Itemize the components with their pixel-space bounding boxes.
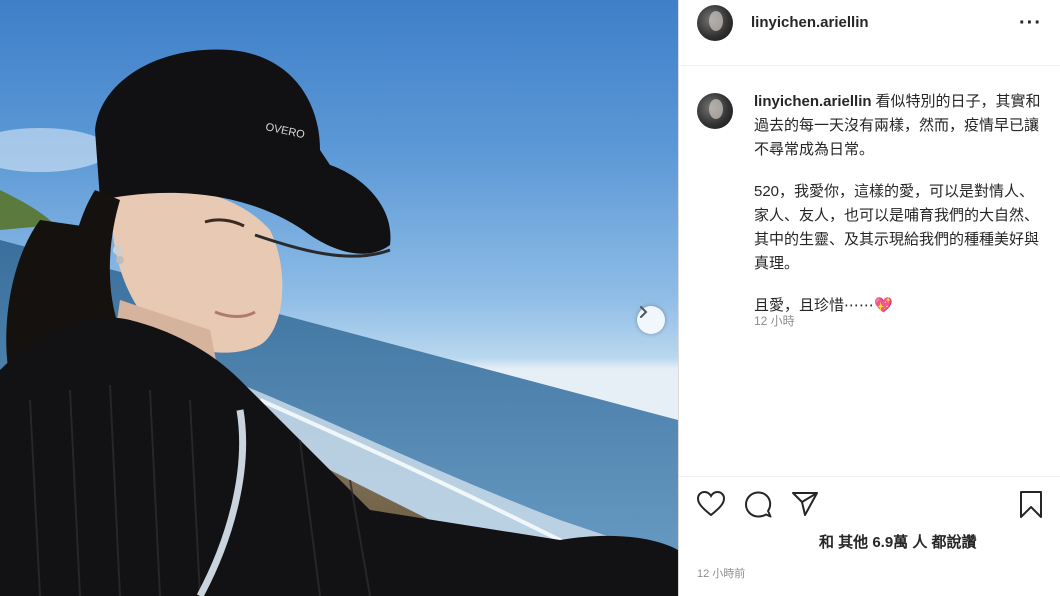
- heart-icon[interactable]: [697, 491, 725, 517]
- photo-illustration: OVERO: [0, 49, 678, 596]
- next-photo-button[interactable]: [637, 306, 665, 334]
- share-icon[interactable]: [791, 491, 819, 517]
- likes-count[interactable]: 和 其他 6.9萬 人 都說讚: [819, 531, 977, 552]
- caption-section: linyichen.ariellin 看似特別的日子，其實和過去的每一天沒有兩樣，…: [679, 66, 1060, 470]
- avatar[interactable]: [697, 5, 733, 41]
- caption-timestamp: 12 小時: [754, 314, 795, 328]
- more-options-icon[interactable]: ···: [1019, 13, 1042, 33]
- caption-text: linyichen.ariellin 看似特別的日子，其實和過去的每一天沒有兩樣，…: [754, 90, 1044, 336]
- caption-username[interactable]: linyichen.ariellin: [754, 93, 872, 110]
- chevron-right-icon: [640, 306, 648, 318]
- post-header: linyichen.ariellin ···: [679, 0, 1060, 66]
- action-bar: [679, 476, 1060, 532]
- caption-paragraph-2: 520，我愛你，這樣的愛，可以是對情人、家人、友人，也可以是哺育我們的大自然、其…: [754, 183, 1040, 272]
- bookmark-icon[interactable]: [1019, 491, 1043, 519]
- post-side-panel: linyichen.ariellin ··· linyichen.arielli…: [678, 0, 1060, 596]
- comment-icon[interactable]: [744, 491, 772, 519]
- header-username[interactable]: linyichen.ariellin: [751, 14, 869, 31]
- post-photo[interactable]: OVERO: [0, 0, 678, 596]
- caption-paragraph-3: 且愛，且珍惜⋯⋯💖: [754, 297, 893, 314]
- caption-avatar[interactable]: [697, 93, 733, 129]
- post-timestamp: 12 小時前: [697, 568, 746, 580]
